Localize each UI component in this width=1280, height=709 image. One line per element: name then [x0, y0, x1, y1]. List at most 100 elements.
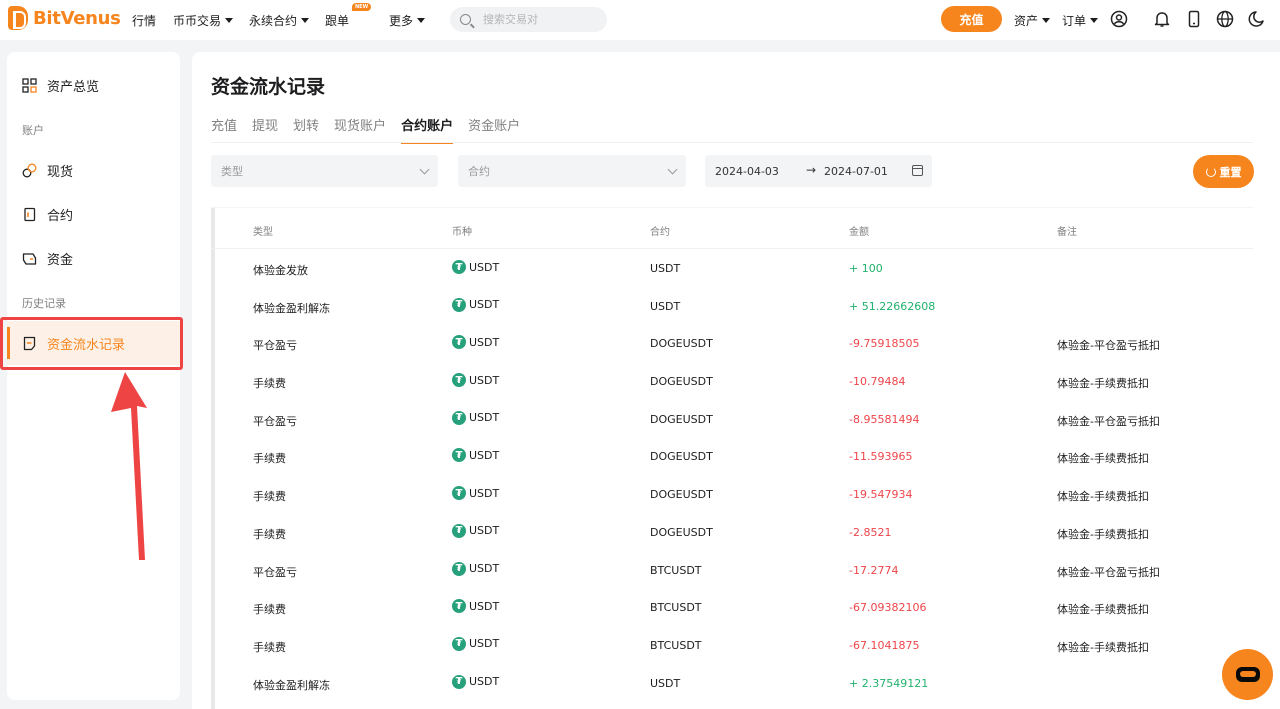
column-header-contract: 合约	[650, 227, 670, 238]
caret-down-icon	[1090, 18, 1099, 23]
cell-coin-label: USDT	[469, 448, 500, 462]
tab-transfer[interactable]: 划转	[293, 115, 319, 144]
cell-contract: DOGEUSDT	[650, 375, 713, 389]
cell-amount: + 100	[849, 262, 883, 275]
search-icon	[460, 14, 471, 25]
cell-amount: + 2.37549121	[849, 676, 929, 690]
cell-amount: -17.2774	[849, 563, 899, 577]
cell-amount: -19.547934	[849, 488, 913, 502]
cell-coin: ₮ USDT	[452, 373, 499, 388]
sidebar-item-spot[interactable]: 现货	[7, 148, 180, 192]
caret-down-icon	[417, 18, 426, 23]
table-row: 体验金盈利解冻 ₮ USDT USDT + 2.37549121	[211, 664, 1253, 702]
search-input[interactable]	[483, 13, 593, 26]
nav-orders-dropdown[interactable]: 订单	[1062, 12, 1099, 29]
table-row: 平仓盈亏 ₮ USDT DOGEUSDT -9.75918505 体验金-平仓盈亏抵扣	[211, 324, 1253, 362]
sidebar-item-contract[interactable]: 合约	[7, 192, 180, 236]
cell-coin: ₮ USDT	[452, 410, 500, 425]
cell-amount: -67.09382106	[849, 601, 927, 615]
cell-note: 体验金-手续费抵扣	[1057, 527, 1149, 541]
cell-coin-label: USDT	[469, 486, 500, 500]
nav-market[interactable]: 行情	[132, 12, 156, 29]
cell-type: 平仓盈亏	[253, 339, 297, 353]
bitvenus-logo-icon	[8, 6, 28, 30]
spot-coins-icon	[22, 163, 37, 177]
support-chat-button[interactable]	[1222, 649, 1273, 700]
reset-button-label: 重置	[1219, 165, 1242, 179]
column-header-type: 类型	[253, 227, 273, 238]
table-row: 手续费 ₮ USDT BTCUSDT -67.1041875 体验金-手续费抵扣	[211, 626, 1253, 664]
sidebar-item-overview[interactable]: 资产总览	[7, 63, 180, 107]
tether-usdt-icon: ₮	[452, 335, 466, 350]
type-filter-select[interactable]: 类型	[211, 155, 438, 187]
cell-contract: DOGEUSDT	[650, 337, 713, 351]
reset-button[interactable]: 重置	[1193, 155, 1254, 188]
cell-type: 手续费	[253, 490, 286, 504]
sidebar-item-ledger[interactable]: 资金流水记录	[7, 321, 180, 365]
cell-note: 体验金-手续费抵扣	[1057, 452, 1149, 466]
tether-usdt-icon: ₮	[452, 373, 466, 388]
nav-spot-dropdown[interactable]: 币币交易	[173, 12, 234, 29]
tab-withdraw[interactable]: 提现	[252, 115, 278, 144]
dark-mode-moon-icon[interactable]	[1248, 10, 1266, 28]
table-row: 手续费 ₮ USDT DOGEUSDT -10.79484 体验金-手续费抵扣	[211, 362, 1253, 400]
record-tabs: 充值 提现 划转 现货账户 合约账户 资金账户	[211, 115, 535, 144]
cell-type: 平仓盈亏	[253, 414, 297, 428]
deposit-button[interactable]: 充值	[941, 6, 1002, 32]
table-row: 体验金发放 ₮ USDT USDT + 100	[211, 249, 1253, 287]
cell-note: 体验金-平仓盈亏抵扣	[1057, 339, 1160, 353]
cell-amount: -67.1041875	[849, 638, 920, 652]
cell-amount: -11.593965	[849, 450, 913, 464]
tab-spot-account[interactable]: 现货账户	[334, 115, 386, 144]
page-title: 资金流水记录	[211, 76, 326, 98]
table-row: 手续费 ₮ USDT DOGEUSDT -11.593965 体验金-手续费抵扣	[211, 437, 1253, 475]
contract-filter-select[interactable]: 合约	[458, 155, 686, 187]
date-start-field[interactable]: 2024-04-03	[715, 165, 779, 178]
brand-logo[interactable]: BitVenus	[8, 6, 121, 30]
cell-coin: ₮ USDT	[452, 523, 500, 538]
sidebar-item-funding[interactable]: 资金	[7, 236, 180, 280]
tab-contract-account[interactable]: 合约账户	[401, 115, 454, 144]
tether-usdt-icon: ₮	[452, 260, 466, 274]
sidebar-item-label: 合约	[47, 208, 74, 224]
cell-contract: BTCUSDT	[650, 601, 702, 615]
mobile-app-icon[interactable]	[1185, 10, 1203, 28]
cell-coin: ₮ USDT	[452, 599, 499, 614]
annotation-arrow-icon	[111, 372, 147, 560]
cell-coin-label: USDT	[469, 524, 500, 538]
nav-more-dropdown[interactable]: 更多	[389, 12, 426, 29]
column-header-coin: 币种	[452, 227, 472, 238]
cell-coin-label: USDT	[469, 411, 500, 425]
date-end-field[interactable]: 2024-07-01	[824, 165, 888, 178]
calendar-icon[interactable]	[912, 165, 923, 176]
cell-coin-label: USDT	[469, 298, 500, 312]
cell-type: 手续费	[253, 452, 286, 466]
caret-down-icon	[301, 18, 310, 23]
date-range-picker[interactable]: 2024-04-03 → 2024-07-01	[705, 155, 932, 187]
cell-note: 体验金-手续费抵扣	[1057, 490, 1149, 504]
sidebar-section-account: 账户	[22, 124, 44, 137]
nav-assets-dropdown[interactable]: 资产	[1014, 12, 1051, 29]
cell-note: 体验金-手续费抵扣	[1057, 640, 1149, 654]
cell-amount: -2.8521	[849, 525, 892, 539]
cell-contract: DOGEUSDT	[650, 525, 713, 539]
nav-copy-trading[interactable]: 跟单 NEW	[325, 3, 372, 29]
cell-contract: BTCUSDT	[650, 638, 702, 652]
contract-filter-placeholder: 合约	[468, 165, 490, 178]
wallet-icon	[22, 252, 37, 265]
column-header-note: 备注	[1057, 227, 1077, 238]
notification-bell-icon[interactable]	[1153, 10, 1171, 28]
tab-deposit[interactable]: 充值	[211, 115, 237, 144]
language-globe-icon[interactable]	[1216, 10, 1234, 28]
refresh-icon	[1205, 166, 1216, 177]
cell-type: 体验金盈利解冻	[253, 301, 330, 315]
sidebar-section-history: 历史记录	[22, 297, 66, 310]
tether-usdt-icon: ₮	[452, 561, 466, 576]
tab-funding-account[interactable]: 资金账户	[468, 115, 520, 144]
cell-coin-label: USDT	[469, 260, 500, 274]
nav-futures-dropdown[interactable]: 永续合约	[249, 12, 310, 29]
user-profile-icon[interactable]	[1110, 10, 1128, 28]
search-box[interactable]	[450, 7, 607, 32]
cell-contract: BTCUSDT	[650, 563, 702, 577]
nav-market-label: 行情	[132, 14, 157, 28]
